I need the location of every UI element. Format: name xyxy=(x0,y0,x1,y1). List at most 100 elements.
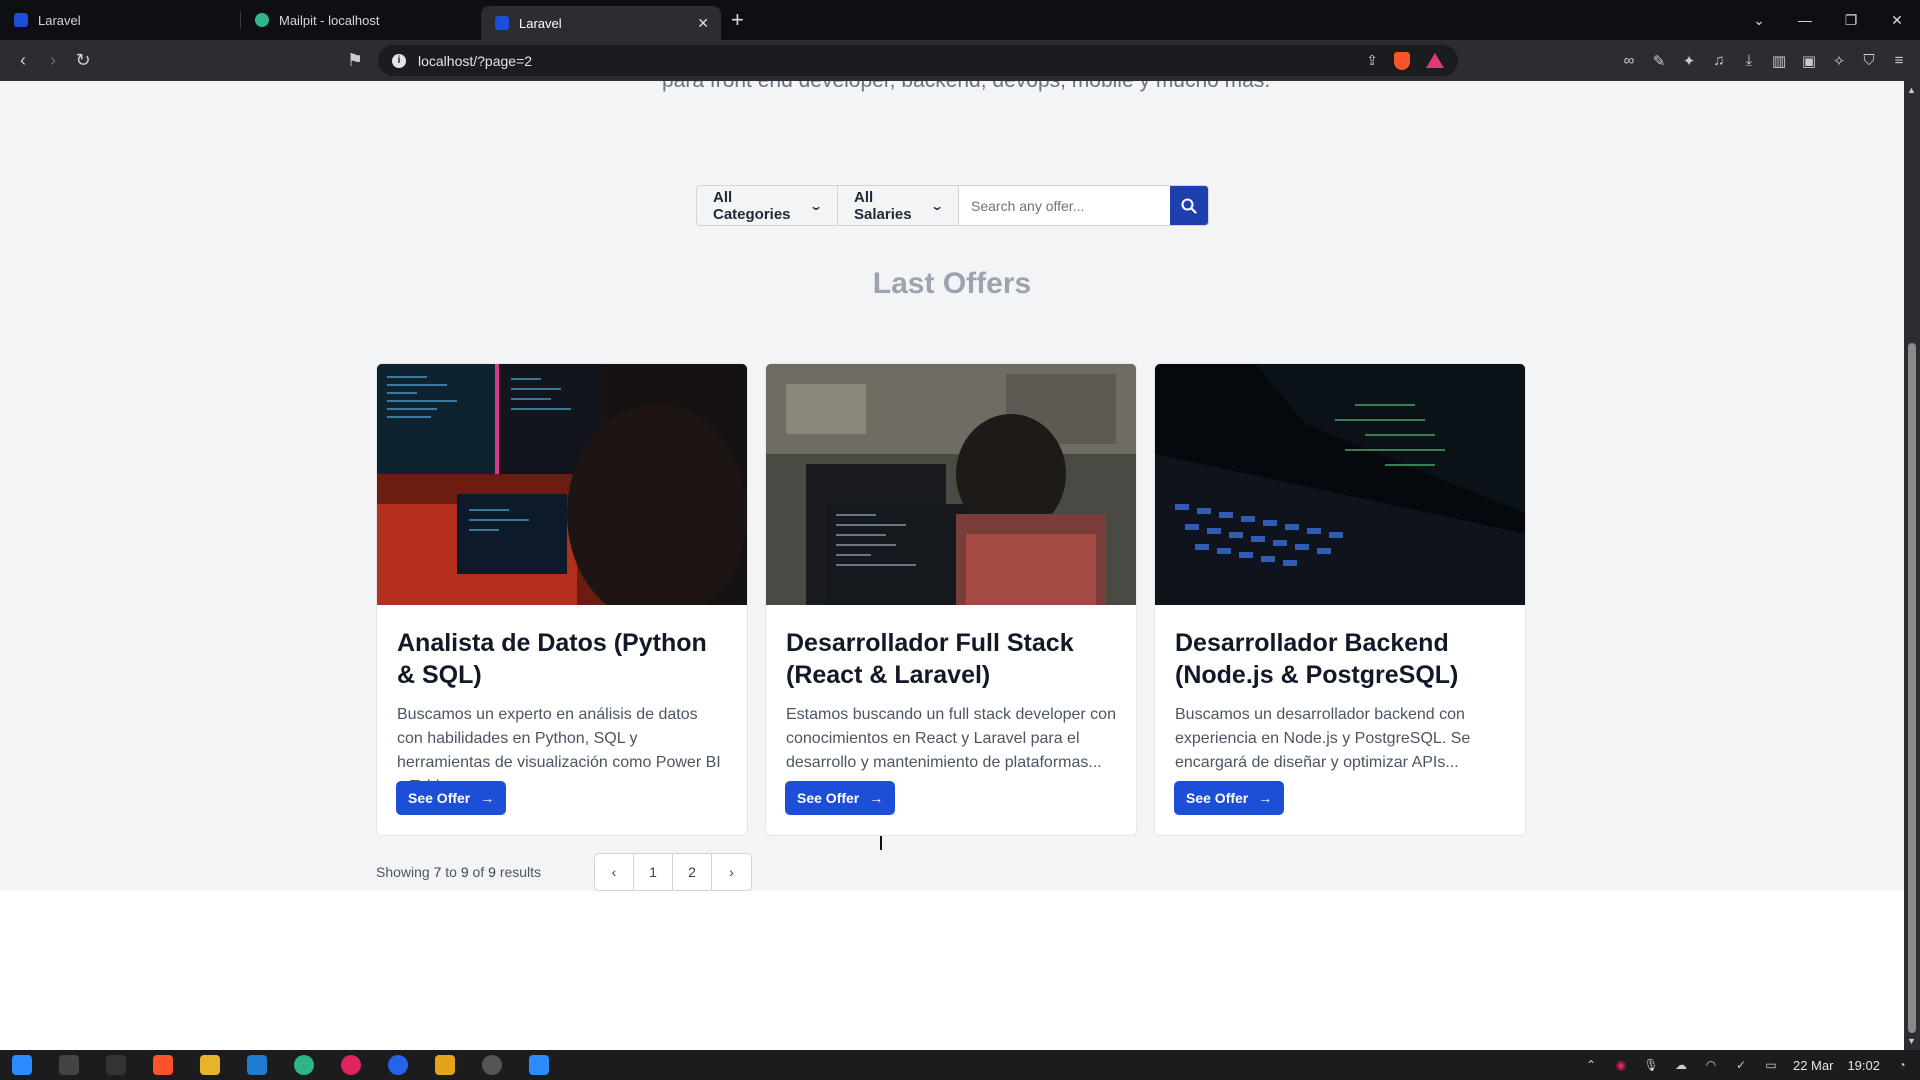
tab-title: Laravel xyxy=(519,15,562,31)
offer-image xyxy=(1155,364,1525,605)
tab-close-icon[interactable]: ✕ xyxy=(697,15,709,32)
scroll-down-icon[interactable]: ▼ xyxy=(1907,1036,1916,1046)
offer-title: Analista de Datos (Python & SQL) xyxy=(397,629,707,689)
task-view-icon[interactable] xyxy=(59,1055,79,1075)
app-tray-icon[interactable]: ◉ xyxy=(1613,1058,1629,1072)
back-icon[interactable]: ‹ xyxy=(8,50,38,71)
chevron-down-icon: ⌄ xyxy=(929,198,945,213)
cloud-icon[interactable]: ☁ xyxy=(1673,1058,1689,1072)
site-info-icon[interactable]: i xyxy=(392,53,406,68)
brave-browser-icon[interactable] xyxy=(153,1055,173,1075)
vscode-icon[interactable] xyxy=(247,1055,267,1075)
url-text[interactable]: localhost/?page=2 xyxy=(418,53,532,69)
see-offer-button[interactable]: See Offer → xyxy=(785,781,896,815)
window-controls: ⌄ — ❐ ✕ xyxy=(1736,0,1920,40)
minimize-icon[interactable]: — xyxy=(1782,12,1828,28)
onedrive-icon[interactable]: ✓ xyxy=(1733,1058,1749,1072)
pagination: ‹ 1 2 › xyxy=(594,853,752,891)
telegram-icon[interactable] xyxy=(388,1055,408,1075)
next-page-icon[interactable]: › xyxy=(712,854,751,890)
extensions-icon[interactable]: ✦ xyxy=(1680,52,1698,70)
page-scrollbar[interactable]: ▲ ▼ xyxy=(1904,81,1920,1050)
sidebar-icon[interactable]: ▥ xyxy=(1770,52,1788,70)
file-explorer-icon[interactable] xyxy=(200,1055,220,1075)
tray-time[interactable]: 19:02 xyxy=(1847,1058,1880,1073)
browser-tab-bar: Laravel Mailpit - localhost Laravel ✕ + … xyxy=(0,0,1920,40)
postman-icon[interactable] xyxy=(435,1055,455,1075)
tab-mailpit[interactable]: Mailpit - localhost xyxy=(241,0,481,40)
results-summary: Showing 7 to 9 of 9 results xyxy=(376,864,541,880)
scroll-up-icon[interactable]: ▲ xyxy=(1907,85,1916,95)
offer-card: Desarrollador Backend (Node.js & Postgre… xyxy=(1154,363,1526,836)
section-title: Last Offers xyxy=(872,267,1032,300)
bookmark-icon[interactable]: ⚑ xyxy=(340,50,370,71)
share-icon[interactable]: ⇪ xyxy=(1366,52,1378,69)
search-icon xyxy=(1181,198,1197,214)
page-content: para front end developer, backend, devop… xyxy=(0,81,1904,1050)
music-icon[interactable]: ♫ xyxy=(1710,52,1728,69)
offer-description: Estamos buscando un full stack developer… xyxy=(786,706,1116,771)
tray-date[interactable]: 22 Mar xyxy=(1793,1058,1833,1073)
page-link-2[interactable]: 2 xyxy=(673,854,712,890)
menu-icon[interactable]: ≡ xyxy=(1890,52,1908,69)
offer-description: Buscamos un desarrollador backend con ex… xyxy=(1175,706,1471,771)
previous-page-icon[interactable]: ‹ xyxy=(595,854,634,890)
wifi-icon[interactable]: ◠ xyxy=(1703,1058,1719,1072)
notepad-icon[interactable] xyxy=(529,1055,549,1075)
category-select[interactable]: All Categories ⌄ xyxy=(697,186,838,225)
tab-laravel-1[interactable]: Laravel xyxy=(0,0,240,40)
text-cursor xyxy=(880,836,882,850)
leo-icon[interactable]: ✧ xyxy=(1830,52,1848,70)
battery-icon[interactable]: ▭ xyxy=(1763,1058,1779,1072)
tab-laravel-active[interactable]: Laravel ✕ xyxy=(481,6,721,40)
vpn-icon[interactable]: ∞ xyxy=(1620,52,1638,69)
see-offer-label: See Offer xyxy=(1186,790,1249,806)
hero-subtitle: para front end developer, backend, devop… xyxy=(662,81,1270,93)
brave-shields-icon[interactable] xyxy=(1394,51,1410,70)
clock-app-icon[interactable] xyxy=(482,1055,502,1075)
offer-image xyxy=(377,364,747,605)
offer-title: Desarrollador Full Stack (React & Larave… xyxy=(786,629,1074,689)
salary-select-label: All Salaries xyxy=(854,188,912,223)
new-tab-icon[interactable]: + xyxy=(731,7,744,33)
taskbar: ⌃ ◉ 🎙 ☁ ◠ ✓ ▭ 22 Mar 19:02 ◔ xyxy=(0,1050,1920,1080)
close-window-icon[interactable]: ✕ xyxy=(1874,12,1920,29)
tab-list-icon[interactable]: ⌄ xyxy=(1736,12,1782,29)
microphone-icon[interactable]: 🎙 xyxy=(1643,1058,1659,1072)
see-offer-button[interactable]: See Offer → xyxy=(1174,781,1285,815)
tab-title: Mailpit - localhost xyxy=(279,12,380,28)
shield-icon[interactable]: ⛉ xyxy=(1860,52,1878,69)
download-icon[interactable]: ⤓ xyxy=(1740,52,1758,69)
results-to: 9 xyxy=(460,864,469,880)
salary-select[interactable]: All Salaries ⌄ xyxy=(838,186,959,225)
restore-icon[interactable]: ❐ xyxy=(1828,12,1874,29)
search-input[interactable] xyxy=(959,186,1170,225)
see-offer-label: See Offer xyxy=(797,790,860,806)
offer-card: Analista de Datos (Python & SQL) Buscamo… xyxy=(376,363,748,836)
see-offer-button[interactable]: See Offer → xyxy=(396,781,507,815)
notifications-icon[interactable]: ◔ xyxy=(1894,1058,1910,1072)
brave-rewards-icon[interactable] xyxy=(1426,53,1444,68)
results-word: results xyxy=(499,864,542,880)
forward-icon[interactable]: › xyxy=(38,50,68,71)
address-bar[interactable]: i localhost/?page=2 ⇪ xyxy=(378,45,1458,76)
offer-card: Desarrollador Full Stack (React & Larave… xyxy=(765,363,1137,836)
media-player-icon[interactable] xyxy=(341,1055,361,1075)
results-total: 9 xyxy=(488,864,496,880)
search-button[interactable] xyxy=(1170,186,1208,225)
whatsapp-icon[interactable] xyxy=(294,1055,314,1075)
pen-icon[interactable]: ✎ xyxy=(1650,52,1668,70)
terminal-icon[interactable] xyxy=(106,1055,126,1075)
page-link-1[interactable]: 1 xyxy=(634,854,673,890)
wallet-icon[interactable]: ▣ xyxy=(1800,52,1818,70)
reload-icon[interactable]: ↻ xyxy=(68,50,98,71)
offer-image xyxy=(766,364,1136,605)
mailpit-favicon-icon xyxy=(255,13,269,27)
results-from: 7 xyxy=(433,864,442,880)
laravel-favicon-icon xyxy=(495,16,509,30)
laravel-favicon-icon xyxy=(14,13,28,27)
scrollbar-thumb[interactable] xyxy=(1908,343,1916,1033)
start-icon[interactable] xyxy=(12,1055,32,1075)
search-filters: All Categories ⌄ All Salaries ⌄ xyxy=(696,185,1209,226)
chevron-up-icon[interactable]: ⌃ xyxy=(1583,1058,1599,1072)
